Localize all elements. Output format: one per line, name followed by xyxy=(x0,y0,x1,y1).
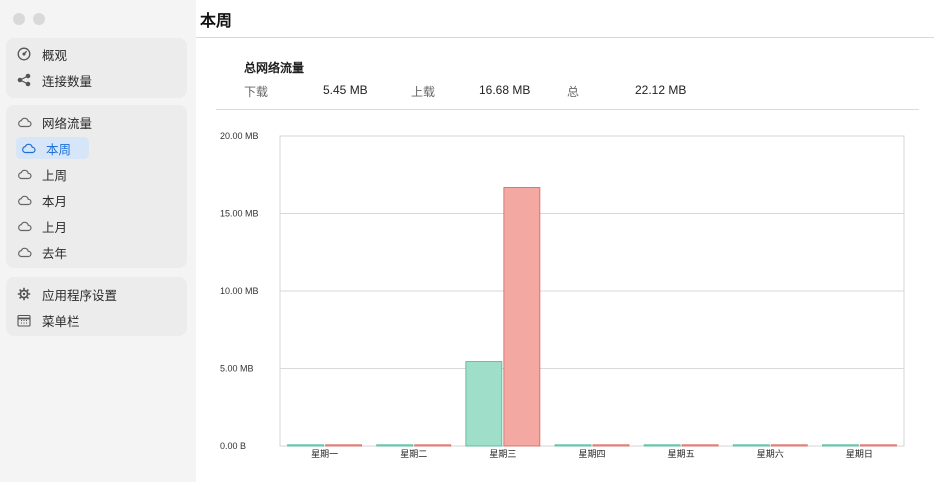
y-tick-label: 20.00 MB xyxy=(220,131,259,141)
cloud-icon xyxy=(16,166,32,182)
sidebar-item-label: 本周 xyxy=(46,142,72,157)
sidebar-item-label: 连接数量 xyxy=(42,74,93,89)
sidebar-item-network-traffic[interactable]: 网络流量 xyxy=(10,111,98,133)
sidebar-item-menu-bar[interactable]: 菜单栏 xyxy=(10,309,86,331)
bar xyxy=(681,444,719,447)
bar xyxy=(376,444,414,447)
sidebar-item-connections[interactable]: 连接数量 xyxy=(10,69,98,91)
sidebar-item-label: 本月 xyxy=(42,194,68,209)
sidebar-item-overview[interactable]: 概观 xyxy=(10,43,73,65)
download-label: 下载 xyxy=(244,85,269,99)
bar xyxy=(414,444,452,447)
x-tick-label: 星期日 xyxy=(846,449,873,459)
dashboard-gauge-icon xyxy=(16,46,32,62)
total-value: 22.12 MB xyxy=(635,83,687,97)
bar xyxy=(732,444,770,447)
sidebar-item-label: 菜单栏 xyxy=(42,314,80,329)
bar xyxy=(554,444,592,447)
cloud-icon xyxy=(16,114,32,130)
summary-heading: 总网络流量 xyxy=(244,61,305,75)
sidebar-item-label: 概观 xyxy=(42,48,68,63)
sidebar-item-app-settings[interactable]: 应用程序设置 xyxy=(10,283,123,305)
bar xyxy=(325,444,362,447)
bar xyxy=(503,187,541,447)
y-tick-label: 10.00 MB xyxy=(220,286,259,296)
page-title: 本周 xyxy=(200,13,233,30)
sidebar-item-label: 上月 xyxy=(42,220,68,235)
minimize-window-button[interactable] xyxy=(33,13,45,25)
total-label: 总 xyxy=(567,85,580,99)
bar xyxy=(643,444,681,447)
weekly-traffic-chart: 0.00 B 5.00 MB 10.00 MB 15.00 MB 20.00 MB 星期一… xyxy=(220,131,905,459)
y-tick-label: 15.00 MB xyxy=(220,209,259,219)
sidebar-item-last-month[interactable]: 上月 xyxy=(10,215,73,237)
share-nodes-icon xyxy=(16,72,32,88)
sidebar-item-last-year[interactable]: 去年 xyxy=(10,241,73,263)
download-value: 5.45 MB xyxy=(323,83,368,97)
cloud-icon xyxy=(16,192,32,208)
x-tick-label: 星期三 xyxy=(489,449,516,459)
upload-label: 上载 xyxy=(411,85,436,99)
y-tick-label: 0.00 B xyxy=(220,441,246,451)
calendar-grid-icon xyxy=(16,312,32,328)
main-content: 本周 总网络流量 下载 5.45 MB 上载 16.68 MB 总 22.12 … xyxy=(196,0,940,482)
cloud-icon xyxy=(20,140,36,156)
app-window: 概观 连接数量 网络流量 本周 上周 本月 上月 去年 应用程序设置 菜单栏 本… xyxy=(0,0,940,482)
sidebar-item-last-week[interactable]: 上周 xyxy=(10,163,73,185)
sidebar-item-label: 网络流量 xyxy=(42,116,93,131)
bar xyxy=(465,361,503,447)
cloud-icon xyxy=(16,218,32,234)
x-tick-label: 星期六 xyxy=(757,448,784,459)
bar xyxy=(770,444,808,447)
sidebar: 概观 连接数量 网络流量 本周 上周 本月 上月 去年 应用程序设置 菜单栏 xyxy=(0,0,196,482)
bar xyxy=(860,444,897,447)
bar xyxy=(592,444,630,447)
bar xyxy=(822,444,859,447)
sidebar-item-label: 上周 xyxy=(42,168,68,183)
divider xyxy=(216,109,919,110)
upload-value: 16.68 MB xyxy=(479,83,531,97)
sidebar-item-this-week[interactable]: 本周 xyxy=(16,137,89,159)
x-tick-label: 星期五 xyxy=(668,449,695,459)
x-tick-label: 星期四 xyxy=(578,449,605,459)
close-window-button[interactable] xyxy=(13,13,25,25)
x-tick-label: 星期二 xyxy=(400,449,427,459)
divider xyxy=(196,37,934,38)
window-controls xyxy=(13,13,45,25)
sidebar-item-label: 去年 xyxy=(42,246,68,261)
bar xyxy=(287,444,324,447)
gear-icon xyxy=(16,286,32,302)
sidebar-item-label: 应用程序设置 xyxy=(42,288,118,303)
x-tick-label: 星期一 xyxy=(311,449,338,459)
cloud-icon xyxy=(16,244,32,260)
sidebar-item-this-month[interactable]: 本月 xyxy=(10,189,73,211)
y-tick-label: 5.00 MB xyxy=(220,364,254,374)
